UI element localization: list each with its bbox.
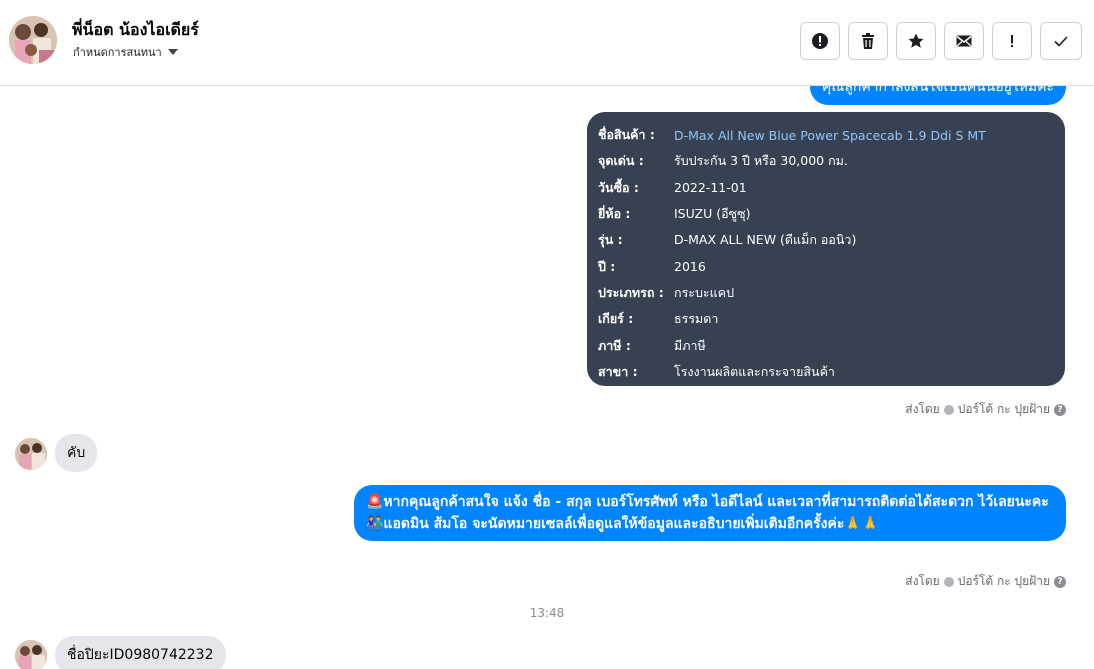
star-icon bbox=[908, 33, 924, 48]
card-value: ISUZU (อีซูซุ) bbox=[674, 206, 751, 222]
product-card: ชื่อสินค้า : D-Max All New Blue Power Spa… bbox=[587, 112, 1065, 386]
delete-button[interactable] bbox=[848, 22, 888, 60]
exclamation-icon bbox=[1011, 35, 1013, 47]
done-button[interactable] bbox=[1040, 22, 1082, 60]
card-row-brand: ยี่ห้อ : ISUZU (อีซูซุ) bbox=[598, 201, 1065, 227]
check-icon bbox=[1054, 36, 1068, 47]
card-row-model: รุ่น : D-MAX ALL NEW (ดีแม็ก ออนิว) bbox=[598, 227, 1065, 253]
card-row-purchase-date: วันซื้อ : 2022-11-01 bbox=[598, 175, 1065, 201]
message-text: คับ bbox=[67, 445, 86, 461]
card-row-tax: ภาษี : มีภาษี bbox=[598, 332, 1065, 358]
sent-by-info: ส่งโดย ปอร์โต้ กะ ปุยฝ้าย ? bbox=[905, 572, 1066, 591]
page-title: พี่น็อต น้องไอเดียร์ bbox=[72, 20, 199, 39]
card-row-type: ประเภทรถ : กระบะแคป bbox=[598, 280, 1065, 306]
avatar[interactable] bbox=[15, 438, 47, 470]
card-value: โรงงานผลิตและกระจายสินค้า bbox=[674, 363, 835, 379]
message-text: 🚨หากคุณลูกค้าสนใจ แจ้ง ชื่อ - สกุล เบอร์… bbox=[366, 494, 1049, 510]
avatar[interactable] bbox=[15, 640, 47, 669]
card-row-feature: จุดเด่น : รับประกัน 3 ปี หรือ 30,000 กม. bbox=[598, 148, 1065, 174]
trash-icon bbox=[862, 33, 874, 49]
card-value: D-MAX ALL NEW (ดีแม็ก ออนิว) bbox=[674, 232, 857, 248]
envelope-icon bbox=[956, 35, 972, 47]
help-icon[interactable]: ? bbox=[1054, 403, 1066, 416]
card-label: ภาษี : bbox=[598, 337, 631, 353]
card-row-branch: สาขา : โรงงานผลิตและกระจายสินค้า bbox=[598, 359, 1065, 385]
report-button[interactable] bbox=[800, 22, 840, 60]
message-text: คุณลูกค้ากำลังสนใจเป็นคันนี้อยู่ใหม่คะ bbox=[821, 86, 1054, 95]
avatar[interactable] bbox=[9, 16, 57, 64]
message-text: 👫แอดมิน ส้มโอ จะนัดหมายเซลล์เพื่อดูแลให้… bbox=[366, 516, 880, 532]
card-value: กระบะแคป bbox=[674, 284, 734, 300]
message-thread[interactable]: คุณลูกค้ากำลังสนใจเป็นคันนี้อยู่ใหม่คะ ช… bbox=[0, 86, 1094, 669]
card-label: รุ่น : bbox=[598, 232, 623, 248]
card-label: ยี่ห้อ : bbox=[598, 206, 631, 222]
message-bubble-incoming: ชื่อปิยะID0980742232 bbox=[55, 636, 226, 669]
conversation-header: พี่น็อต น้องไอเดียร์ กำหนดการสนทนา bbox=[0, 0, 1094, 86]
card-value: มีภาษี bbox=[674, 337, 706, 353]
star-button[interactable] bbox=[896, 22, 936, 60]
conversation-schedule-dropdown[interactable]: กำหนดการสนทนา bbox=[73, 43, 178, 61]
priority-button[interactable] bbox=[992, 22, 1032, 60]
card-value: 2022-11-01 bbox=[674, 180, 747, 196]
card-label: วันซื้อ : bbox=[598, 179, 639, 195]
sent-by-label: ส่งโดย bbox=[905, 574, 940, 588]
card-row-product: ชื่อสินค้า : D-Max All New Blue Power Spa… bbox=[598, 122, 1065, 148]
help-icon[interactable]: ? bbox=[1054, 575, 1066, 588]
card-label: ชื่อสินค้า : bbox=[598, 127, 655, 143]
card-row-year: ปี : 2016 bbox=[598, 253, 1065, 279]
sent-by-label: ส่งโดย bbox=[905, 402, 940, 416]
message-bubble-outgoing: คุณลูกค้ากำลังสนใจเป็นคันนี้อยู่ใหม่คะ bbox=[809, 86, 1066, 105]
message-bubble-outgoing: 🚨หากคุณลูกค้าสนใจ แจ้ง ชื่อ - สกุล เบอร์… bbox=[354, 485, 1066, 541]
mark-unread-button[interactable] bbox=[944, 22, 984, 60]
card-label: สาขา : bbox=[598, 363, 638, 379]
card-label: เกียร์ : bbox=[598, 311, 634, 327]
card-row-gear: เกียร์ : ธรรมดา bbox=[598, 306, 1065, 332]
product-link[interactable]: D-Max All New Blue Power Spacecab 1.9 Dd… bbox=[674, 128, 986, 143]
sender-name: ปอร์โต้ กะ ปุยฝ้าย bbox=[957, 402, 1050, 416]
card-value: รับประกัน 3 ปี หรือ 30,000 กม. bbox=[674, 153, 848, 169]
card-label: ปี : bbox=[598, 258, 616, 274]
card-label: ประเภทรถ : bbox=[598, 284, 664, 300]
message-timestamp: 13:48 bbox=[529, 606, 565, 620]
sent-by-info: ส่งโดย ปอร์โต้ กะ ปุยฝ้าย ? bbox=[905, 400, 1066, 419]
alert-circle-icon bbox=[812, 33, 828, 49]
conversation-schedule-label: กำหนดการสนทนา bbox=[73, 46, 162, 59]
message-text: ชื่อปิยะID0980742232 bbox=[67, 647, 214, 663]
sender-name: ปอร์โต้ กะ ปุยฝ้าย bbox=[957, 574, 1050, 588]
caret-down-icon bbox=[167, 49, 178, 55]
card-value: ธรรมดา bbox=[674, 311, 719, 327]
card-value: 2016 bbox=[674, 259, 706, 275]
card-label: จุดเด่น : bbox=[598, 153, 644, 169]
check-circle-icon bbox=[943, 576, 954, 587]
check-circle-icon bbox=[943, 404, 954, 415]
message-bubble-incoming: คับ bbox=[55, 434, 98, 472]
